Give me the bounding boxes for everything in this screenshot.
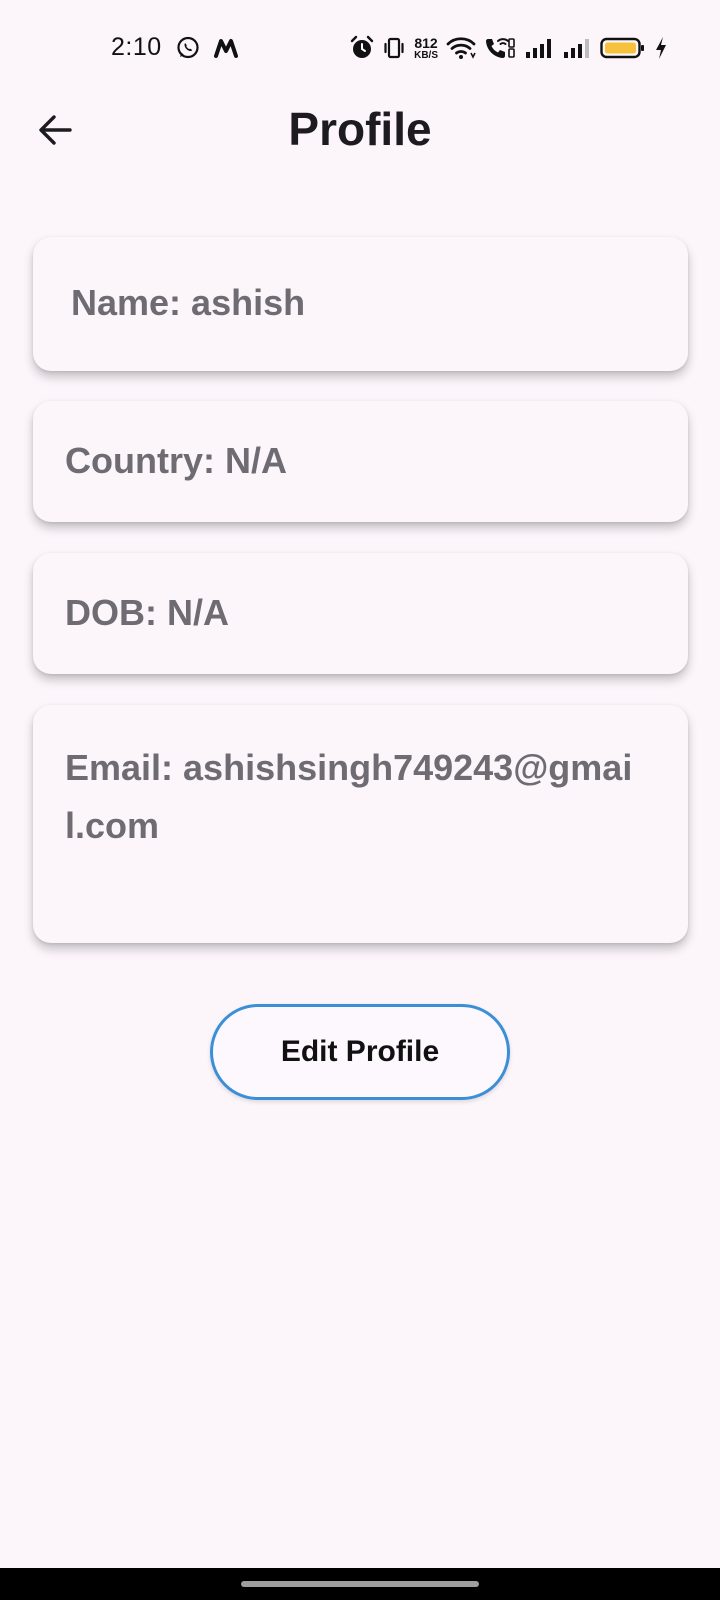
signal-icon-sim1 [524, 37, 554, 59]
name-card: Name: ashish [33, 237, 688, 371]
home-indicator[interactable] [241, 1581, 479, 1587]
navigation-bar [0, 1568, 720, 1600]
battery-icon [600, 36, 646, 60]
edit-profile-button[interactable]: Edit Profile [210, 1004, 510, 1100]
country-value: Country: N/A [65, 440, 287, 481]
email-card: Email: ashishsingh749243@gmail.com [33, 705, 688, 943]
name-value: Name: ashish [71, 282, 306, 323]
app-bar: Profile [0, 96, 720, 162]
wifi-call-icon [484, 36, 516, 60]
country-card: Country: N/A [33, 401, 688, 522]
status-right: 812 KB/S [350, 30, 668, 66]
profile-screen: 2:10 812 KB/S Profile Name: ashish Count… [0, 0, 720, 1600]
wifi-icon [446, 36, 476, 60]
vibrate-icon [382, 36, 406, 60]
page-title: Profile [288, 103, 432, 155]
status-left: 2:10 [111, 33, 240, 62]
status-bar: 2:10 812 KB/S [0, 0, 720, 96]
email-value: Email: ashishsingh749243@gmail.com [65, 747, 633, 846]
whatsapp-icon [176, 36, 200, 60]
net-speed-indicator: 812 KB/S [414, 36, 438, 61]
dob-value: DOB: N/A [65, 592, 229, 633]
net-speed-value: 812 [414, 34, 438, 51]
signal-icon-sim2 [562, 37, 592, 59]
charging-icon [654, 36, 668, 60]
status-time: 2:10 [111, 33, 162, 61]
m-app-icon [213, 37, 240, 59]
net-speed-unit: KB/S [414, 49, 438, 61]
alarm-icon [350, 35, 374, 61]
dob-card: DOB: N/A [33, 553, 688, 674]
